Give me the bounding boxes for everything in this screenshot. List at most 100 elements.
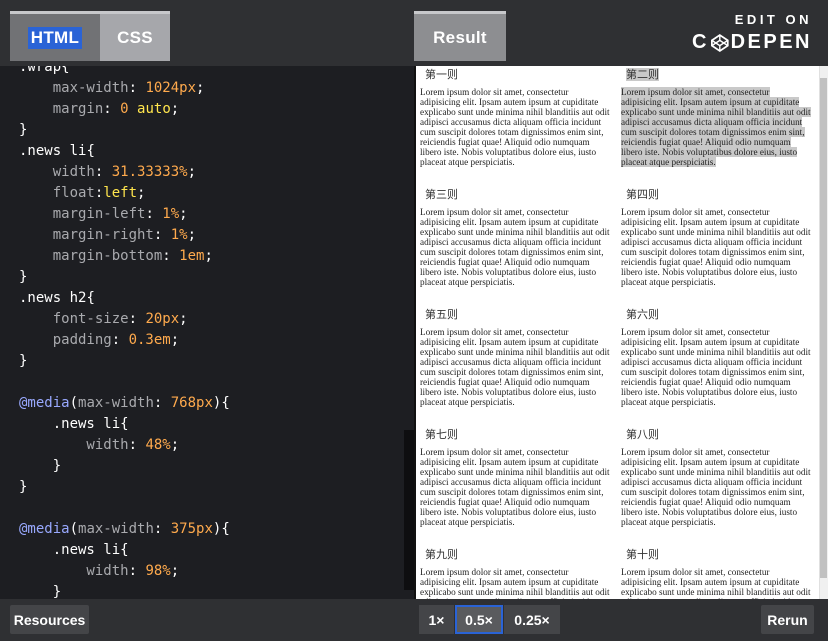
tab-html[interactable]: HTML	[10, 11, 100, 61]
code-token: {	[120, 416, 129, 432]
code-token: ;	[187, 164, 197, 180]
code-token: 1%	[170, 227, 188, 243]
resources-button[interactable]: Resources	[10, 605, 89, 634]
code-line: .news li{	[19, 414, 230, 435]
code-token: padding	[19, 332, 112, 348]
code-token: {	[61, 66, 70, 75]
code-token: 0.3em	[128, 332, 171, 348]
code-token: :	[153, 227, 171, 243]
result-preview[interactable]: 第一则 Lorem ipsum dolor sit amet, consectet…	[414, 66, 828, 599]
code-token: auto	[137, 101, 171, 117]
news-item-text: Lorem ipsum dolor sit amet, consectetur …	[621, 567, 811, 599]
code-token: ;	[170, 563, 180, 579]
news-item-text: Lorem ipsum dolor sit amet, consectetur …	[621, 87, 811, 167]
code-token: 20px	[145, 311, 180, 327]
code-line: max-width: 1024px;	[19, 78, 230, 99]
code-token: 98%	[145, 563, 171, 579]
news-item-title: 第九则	[425, 548, 458, 561]
news-item-title: 第八则	[626, 428, 659, 441]
code-token: }	[19, 458, 62, 474]
news-item-title: 第一则	[425, 68, 458, 81]
result-scrollbar[interactable]	[819, 66, 828, 599]
news-item: 第二则 Lorem ipsum dolor sit amet, consectet…	[621, 66, 811, 167]
code-token: }	[19, 269, 28, 285]
code-line: margin-bottom: 1em;	[19, 246, 230, 267]
codepen-cube-icon	[710, 33, 729, 52]
tab-html-label: HTML	[27, 26, 83, 49]
zoom-1x-button[interactable]: 1×	[419, 605, 454, 634]
news-item: 第三则 Lorem ipsum dolor sit amet, consectet…	[420, 186, 610, 288]
code-token: {	[86, 143, 95, 159]
codepen-logo-left: C	[692, 31, 709, 53]
news-item-title: 第二则	[626, 68, 659, 81]
news-item-title: 第十则	[626, 548, 659, 561]
code-token: }	[19, 584, 62, 599]
top-bar: HTML CSS Result EDIT ON C DEPEN	[0, 0, 828, 66]
code-token: width	[19, 563, 129, 579]
code-line: @media(max-width: 375px){	[19, 519, 230, 540]
code-text[interactable]: .wrap{ max-width: 1024px; margin: 0 auto…	[19, 66, 230, 599]
edit-on-codepen-link[interactable]: EDIT ON C DEPEN	[692, 12, 812, 54]
code-line: }	[19, 582, 230, 599]
code-token: ;	[170, 101, 180, 117]
css-editor[interactable]: .wrap{ max-width: 1024px; margin: 0 auto…	[0, 66, 414, 599]
editor-scrollbar[interactable]	[404, 430, 414, 590]
tab-css[interactable]: CSS	[100, 11, 170, 61]
news-item-text: Lorem ipsum dolor sit amet, consectetur …	[420, 567, 610, 599]
code-token: ;	[196, 80, 205, 96]
zoom-0-25x-button[interactable]: 0.25×	[504, 605, 560, 634]
code-token: @media	[19, 521, 70, 537]
code-token: font-size	[19, 311, 129, 327]
code-line: padding: 0.3em;	[19, 330, 230, 351]
bottom-bar: Resources 1× 0.5× 0.25× Rerun	[0, 599, 828, 641]
tab-result[interactable]: Result	[414, 11, 506, 61]
code-token: ){	[212, 521, 230, 537]
code-token: 1024px	[145, 80, 197, 96]
code-token: :	[153, 521, 171, 537]
code-line: margin-right: 1%;	[19, 225, 230, 246]
code-token: 1em	[179, 248, 205, 264]
code-token: :	[103, 101, 121, 117]
tab-result-label: Result	[433, 27, 487, 47]
news-item: 第十则 Lorem ipsum dolor sit amet, consectet…	[621, 546, 811, 600]
code-token: max-width	[78, 395, 154, 411]
zoom-0-5x-button[interactable]: 0.5×	[455, 605, 503, 634]
code-token: ;	[179, 311, 188, 327]
news-item: 第四则 Lorem ipsum dolor sit amet, consectet…	[621, 186, 811, 288]
tab-css-label: CSS	[117, 27, 153, 47]
zoom-controls: 1× 0.5× 0.25×	[419, 605, 561, 634]
rerun-button[interactable]: Rerun	[761, 605, 814, 634]
news-item-title: 第三则	[425, 188, 458, 201]
news-item: 第八则 Lorem ipsum dolor sit amet, consectet…	[621, 426, 811, 528]
code-line: .news h2{	[19, 288, 230, 309]
code-token: margin-right	[19, 227, 154, 243]
code-line: margin: 0 auto;	[19, 99, 230, 120]
code-line: .news li{	[19, 540, 230, 561]
code-line: width: 48%;	[19, 435, 230, 456]
codepen-logo: C DEPEN	[692, 31, 812, 54]
code-token: max-width	[19, 80, 129, 96]
code-line: }	[19, 351, 230, 372]
code-token: :	[128, 311, 146, 327]
news-item-text: Lorem ipsum dolor sit amet, consectetur …	[420, 207, 610, 287]
code-line: @media(max-width: 768px){	[19, 393, 230, 414]
news-item-title: 第六则	[626, 308, 659, 321]
code-line: }	[19, 267, 230, 288]
news-item-title: 第七则	[425, 428, 458, 441]
code-token: 1%	[162, 206, 180, 222]
code-token: :	[162, 248, 180, 264]
result-scrollbar-thumb[interactable]	[820, 78, 827, 578]
news-item-text: Lorem ipsum dolor sit amet, consectetur …	[420, 87, 610, 167]
code-token: ;	[204, 248, 213, 264]
code-token: {	[120, 542, 129, 558]
code-line: }	[19, 477, 230, 498]
code-line: width: 31.33333%;	[19, 162, 230, 183]
code-token: @media	[19, 395, 70, 411]
code-line: }	[19, 456, 230, 477]
code-line: font-size: 20px;	[19, 309, 230, 330]
codepen-logo-right: DEPEN	[730, 31, 812, 53]
edit-on-label: EDIT ON	[734, 12, 812, 27]
code-token: :	[153, 395, 171, 411]
code-token: }	[19, 353, 28, 369]
